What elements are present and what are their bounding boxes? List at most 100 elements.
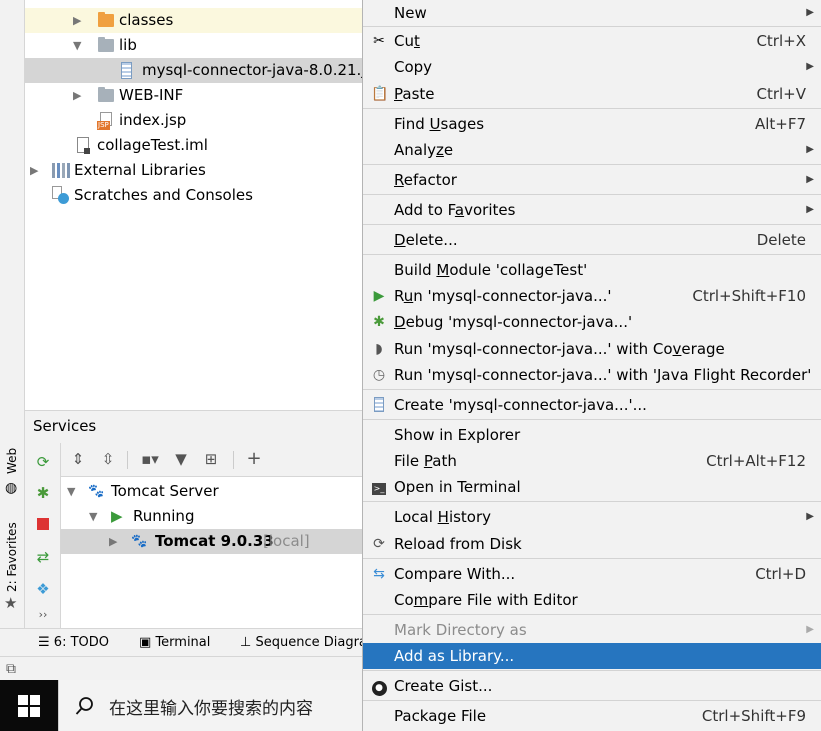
menu-item-refactor[interactable]: Refactor ▶ — [363, 167, 821, 193]
toolbar-divider — [233, 451, 234, 469]
tree-item-lib[interactable]: ▼ lib — [25, 33, 362, 58]
tool-windows-icon[interactable]: ⧉ — [6, 661, 16, 677]
menu-label: Local History — [394, 508, 492, 526]
menu-item-build-module[interactable]: Build Module 'collageTest' — [363, 257, 821, 283]
filter-icon[interactable]: ▼ — [170, 450, 192, 468]
menu-label: Add as Library... — [394, 647, 515, 665]
new-tab-icon[interactable]: ⊞ — [200, 450, 222, 468]
submenu-arrow-icon: ▶ — [806, 7, 814, 18]
stop-icon[interactable] — [32, 516, 54, 534]
menu-label: Find Usages — [394, 115, 485, 133]
menu-item-run-coverage[interactable]: ◗ Run 'mysql-connector-java...' with Cov… — [363, 336, 821, 362]
collapse-all-icon[interactable]: ⇳ — [97, 450, 119, 468]
menu-item-compare-editor[interactable]: Compare File with Editor — [363, 587, 821, 613]
expand-arrow-icon[interactable]: ▶ — [73, 83, 81, 108]
web-tab-label: Web — [5, 447, 19, 474]
debug-bug-icon[interactable]: ✱ — [32, 484, 54, 502]
tree-item-classes[interactable]: ▶ classes — [25, 8, 362, 33]
menu-label: Run 'mysql-connector-java...' — [394, 287, 612, 305]
menu-item-analyze[interactable]: Analyze ▶ — [363, 137, 821, 163]
submenu-arrow-icon: ▶ — [806, 144, 814, 155]
expand-arrow-icon[interactable]: ▶ — [73, 8, 81, 33]
tree-item-web-inf[interactable]: ▶ WEB-INF — [25, 83, 362, 108]
menu-label: Refactor — [394, 171, 457, 189]
menu-shortcut: Ctrl+Shift+F10 — [692, 287, 806, 305]
sequence-diagram-tab[interactable]: ⊥ Sequence Diagra — [240, 629, 367, 657]
menu-separator — [363, 194, 821, 195]
tree-item-index-jsp[interactable]: JSP index.jsp — [25, 108, 362, 133]
expand-arrow-icon[interactable]: ▶ — [109, 529, 117, 554]
add-service-icon[interactable]: + — [243, 448, 265, 469]
terminal-icon: ▣ — [139, 635, 152, 650]
service-label: Running — [133, 507, 195, 525]
todo-tab-label: 6: TODO — [53, 635, 109, 650]
expand-all-icon[interactable]: ⇕ — [67, 450, 89, 468]
menu-separator — [363, 164, 821, 165]
submenu-arrow-icon: ▶ — [806, 61, 814, 72]
terminal-tab-label: Terminal — [155, 635, 211, 650]
menu-item-add-as-library[interactable]: Add as Library... — [363, 643, 821, 669]
menu-item-cut[interactable]: ✂ Cut Ctrl+X — [363, 28, 821, 54]
menu-item-compare-with[interactable]: ⇆ Compare With... Ctrl+D — [363, 561, 821, 587]
service-row-tomcat-server[interactable]: ▼ 🐾 Tomcat Server — [61, 479, 362, 504]
menu-item-show-in-explorer[interactable]: Show in Explorer — [363, 422, 821, 448]
menu-separator — [363, 558, 821, 559]
menu-item-debug[interactable]: ✱ Debug 'mysql-connector-java...' — [363, 309, 821, 335]
tree-item-label: collageTest.iml — [97, 136, 208, 154]
menu-item-create-gist[interactable]: ● Create Gist... — [363, 673, 821, 699]
start-button[interactable] — [0, 680, 58, 731]
menu-separator — [363, 501, 821, 502]
service-tag: [local] — [263, 532, 310, 550]
todo-tab[interactable]: ☰ 6: TODO — [38, 629, 109, 657]
menu-separator — [363, 26, 821, 27]
collapse-arrow-icon[interactable]: ▼ — [67, 479, 75, 504]
menu-separator — [363, 700, 821, 701]
status-bar: ⧉ — [0, 656, 362, 680]
menu-item-paste[interactable]: 📋 Paste Ctrl+V — [363, 81, 821, 107]
menu-item-create-config[interactable]: Create 'mysql-connector-java...'... — [363, 392, 821, 418]
windows-taskbar: 在这里输入你要搜索的内容 — [0, 680, 362, 731]
tree-item-label: External Libraries — [74, 161, 206, 179]
tree-item-external-libraries[interactable]: ▶ External Libraries — [25, 158, 362, 183]
sequence-icon: ⊥ — [240, 635, 252, 650]
web-tool-tab[interactable]: Web — [5, 448, 19, 474]
service-row-tomcat-instance[interactable]: ▶ 🐾 Tomcat 9.0.33 [local] — [61, 529, 362, 554]
menu-item-local-history[interactable]: Local History ▶ — [363, 504, 821, 530]
terminal-icon: >_ — [372, 483, 386, 495]
menu-item-file-path[interactable]: File Path Ctrl+Alt+F12 — [363, 448, 821, 474]
group-by-icon[interactable]: ▪▾ — [139, 450, 161, 468]
menu-label: Add to Favorites — [394, 201, 516, 219]
expand-arrow-icon[interactable]: ▶ — [30, 158, 38, 183]
menu-item-package-file[interactable]: Package File Ctrl+Shift+F9 — [363, 703, 821, 729]
menu-item-run-jfr[interactable]: ◷ Run 'mysql-connector-java...' with 'Ja… — [363, 362, 821, 388]
more-chevron-icon[interactable]: ›› — [32, 608, 54, 621]
menu-item-new[interactable]: New ▶ — [363, 0, 821, 26]
menu-item-run[interactable]: ▶ Run 'mysql-connector-java...' Ctrl+Shi… — [363, 283, 821, 309]
github-icon: ● — [371, 678, 387, 696]
jar-icon — [371, 397, 387, 413]
menu-label: Build Module 'collageTest' — [394, 261, 588, 279]
collapse-arrow-icon[interactable]: ▼ — [89, 504, 97, 529]
tree-item-mysql-jar[interactable]: mysql-connector-java-8.0.21.ja — [25, 58, 362, 83]
menu-item-delete[interactable]: Delete... Delete — [363, 227, 821, 253]
menu-item-add-to-favorites[interactable]: Add to Favorites ▶ — [363, 197, 821, 223]
coverage-shield-icon: ◗ — [375, 341, 383, 357]
terminal-tab[interactable]: ▣ Terminal — [139, 629, 210, 657]
collapse-arrow-icon[interactable]: ▼ — [73, 33, 81, 58]
rerun-icon[interactable]: ⟳ — [32, 453, 54, 471]
service-row-running[interactable]: ▼ ▶ Running — [61, 504, 362, 529]
menu-separator — [363, 224, 821, 225]
menu-item-reload-from-disk[interactable]: ⟳ Reload from Disk — [363, 531, 821, 557]
deploy-icon[interactable]: ⇄ — [32, 548, 54, 566]
menu-item-find-usages[interactable]: Find Usages Alt+F7 — [363, 111, 821, 137]
artifact-icon[interactable]: ❖ — [32, 580, 54, 598]
menu-item-open-in-terminal[interactable]: >_ Open in Terminal — [363, 474, 821, 500]
menu-shortcut: Ctrl+Shift+F9 — [701, 707, 806, 725]
favorites-tool-tab[interactable]: 2: Favorites — [5, 522, 19, 592]
menu-item-copy[interactable]: Copy ▶ — [363, 54, 821, 80]
tree-item-scratches[interactable]: Scratches and Consoles — [25, 183, 362, 208]
taskbar-search[interactable]: 在这里输入你要搜索的内容 — [58, 680, 362, 731]
menu-label: Create Gist... — [394, 677, 493, 695]
libraries-icon — [52, 163, 70, 178]
tree-item-iml[interactable]: collageTest.iml — [25, 133, 362, 158]
